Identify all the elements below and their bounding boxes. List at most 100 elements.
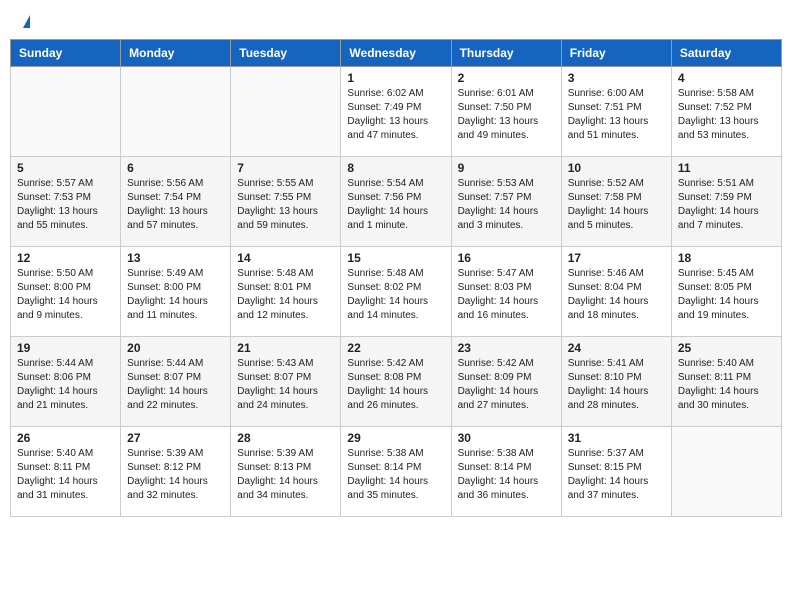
calendar-cell: [671, 427, 781, 517]
day-of-week-header: Wednesday: [341, 40, 451, 67]
day-number: 16: [458, 251, 555, 265]
calendar-cell: 27 Sunrise: 5:39 AM Sunset: 8:12 PM Dayli…: [121, 427, 231, 517]
day-info: Sunrise: 5:54 AM Sunset: 7:56 PM Dayligh…: [347, 177, 444, 233]
day-info: Sunrise: 6:01 AM Sunset: 7:50 PM Dayligh…: [458, 87, 555, 143]
day-number: 22: [347, 341, 444, 355]
calendar-cell: 19 Sunrise: 5:44 AM Sunset: 8:06 PM Dayli…: [11, 337, 121, 427]
day-of-week-header: Saturday: [671, 40, 781, 67]
day-number: 19: [17, 341, 114, 355]
day-info: Sunrise: 5:44 AM Sunset: 8:06 PM Dayligh…: [17, 357, 114, 413]
calendar-cell: 5 Sunrise: 5:57 AM Sunset: 7:53 PM Daylig…: [11, 157, 121, 247]
day-of-week-header: Sunday: [11, 40, 121, 67]
day-number: 17: [568, 251, 665, 265]
calendar-cell: 11 Sunrise: 5:51 AM Sunset: 7:59 PM Dayli…: [671, 157, 781, 247]
day-number: 3: [568, 71, 665, 85]
day-number: 12: [17, 251, 114, 265]
calendar-cell: 26 Sunrise: 5:40 AM Sunset: 8:11 PM Dayli…: [11, 427, 121, 517]
day-info: Sunrise: 5:39 AM Sunset: 8:12 PM Dayligh…: [127, 447, 224, 503]
day-info: Sunrise: 5:40 AM Sunset: 8:11 PM Dayligh…: [678, 357, 775, 413]
calendar-cell: 18Sunrise: 5:45 AM Sunset: 8:05 PM Dayli…: [671, 247, 781, 337]
day-info: Sunrise: 5:49 AM Sunset: 8:00 PM Dayligh…: [127, 267, 224, 323]
logo: [20, 15, 30, 24]
day-number: 1: [347, 71, 444, 85]
day-info: Sunrise: 5:47 AM Sunset: 8:03 PM Dayligh…: [458, 267, 555, 323]
day-number: 29: [347, 431, 444, 445]
calendar-cell: 28 Sunrise: 5:39 AM Sunset: 8:13 PM Dayli…: [231, 427, 341, 517]
day-number: 4: [678, 71, 775, 85]
day-number: 14: [237, 251, 334, 265]
day-number: 27: [127, 431, 224, 445]
day-number: 20: [127, 341, 224, 355]
calendar-cell: 1 Sunrise: 6:02 AM Sunset: 7:49 PM Daylig…: [341, 67, 451, 157]
day-number: 30: [458, 431, 555, 445]
calendar-cell: 16 Sunrise: 5:47 AM Sunset: 8:03 PM Dayli…: [451, 247, 561, 337]
day-info: Sunrise: 5:53 AM Sunset: 7:57 PM Dayligh…: [458, 177, 555, 233]
day-info: Sunrise: 5:46 AM Sunset: 8:04 PM Dayligh…: [568, 267, 665, 323]
day-of-week-header: Friday: [561, 40, 671, 67]
calendar-cell: [11, 67, 121, 157]
day-number: 23: [458, 341, 555, 355]
calendar-cell: 10Sunrise: 5:52 AM Sunset: 7:58 PM Dayli…: [561, 157, 671, 247]
day-info: Sunrise: 5:45 AM Sunset: 8:05 PM Dayligh…: [678, 267, 775, 323]
day-number: 2: [458, 71, 555, 85]
day-info: Sunrise: 6:00 AM Sunset: 7:51 PM Dayligh…: [568, 87, 665, 143]
day-info: Sunrise: 5:51 AM Sunset: 7:59 PM Dayligh…: [678, 177, 775, 233]
calendar-cell: 12 Sunrise: 5:50 AM Sunset: 8:00 PM Dayli…: [11, 247, 121, 337]
calendar-cell: 8 Sunrise: 5:54 AM Sunset: 7:56 PM Daylig…: [341, 157, 451, 247]
logo-triangle-icon: [23, 15, 30, 28]
day-info: Sunrise: 5:56 AM Sunset: 7:54 PM Dayligh…: [127, 177, 224, 233]
day-of-week-header: Monday: [121, 40, 231, 67]
day-number: 26: [17, 431, 114, 445]
day-of-week-header: Tuesday: [231, 40, 341, 67]
day-number: 21: [237, 341, 334, 355]
calendar-cell: 29Sunrise: 5:38 AM Sunset: 8:14 PM Dayli…: [341, 427, 451, 517]
day-info: Sunrise: 5:39 AM Sunset: 8:13 PM Dayligh…: [237, 447, 334, 503]
calendar-cell: 15 Sunrise: 5:48 AM Sunset: 8:02 PM Dayli…: [341, 247, 451, 337]
calendar-cell: 6 Sunrise: 5:56 AM Sunset: 7:54 PM Daylig…: [121, 157, 231, 247]
page-header: [10, 10, 782, 29]
calendar-cell: 20Sunrise: 5:44 AM Sunset: 8:07 PM Dayli…: [121, 337, 231, 427]
calendar-cell: [121, 67, 231, 157]
day-info: Sunrise: 5:43 AM Sunset: 8:07 PM Dayligh…: [237, 357, 334, 413]
day-number: 6: [127, 161, 224, 175]
calendar-cell: 2 Sunrise: 6:01 AM Sunset: 7:50 PM Daylig…: [451, 67, 561, 157]
day-number: 25: [678, 341, 775, 355]
calendar-cell: 9 Sunrise: 5:53 AM Sunset: 7:57 PM Daylig…: [451, 157, 561, 247]
calendar-cell: 7 Sunrise: 5:55 AM Sunset: 7:55 PM Daylig…: [231, 157, 341, 247]
day-number: 10: [568, 161, 665, 175]
day-info: Sunrise: 5:58 AM Sunset: 7:52 PM Dayligh…: [678, 87, 775, 143]
day-number: 28: [237, 431, 334, 445]
day-number: 11: [678, 161, 775, 175]
day-info: Sunrise: 5:42 AM Sunset: 8:09 PM Dayligh…: [458, 357, 555, 413]
calendar-cell: 14Sunrise: 5:48 AM Sunset: 8:01 PM Dayli…: [231, 247, 341, 337]
day-number: 5: [17, 161, 114, 175]
day-number: 7: [237, 161, 334, 175]
day-info: Sunrise: 5:55 AM Sunset: 7:55 PM Dayligh…: [237, 177, 334, 233]
calendar-cell: [231, 67, 341, 157]
day-number: 24: [568, 341, 665, 355]
day-number: 15: [347, 251, 444, 265]
day-info: Sunrise: 6:02 AM Sunset: 7:49 PM Dayligh…: [347, 87, 444, 143]
calendar-cell: 22Sunrise: 5:42 AM Sunset: 8:08 PM Dayli…: [341, 337, 451, 427]
calendar-cell: 4 Sunrise: 5:58 AM Sunset: 7:52 PM Daylig…: [671, 67, 781, 157]
day-number: 31: [568, 431, 665, 445]
calendar-cell: 21 Sunrise: 5:43 AM Sunset: 8:07 PM Dayli…: [231, 337, 341, 427]
calendar-cell: 23 Sunrise: 5:42 AM Sunset: 8:09 PM Dayli…: [451, 337, 561, 427]
day-info: Sunrise: 5:48 AM Sunset: 8:02 PM Dayligh…: [347, 267, 444, 323]
day-info: Sunrise: 5:40 AM Sunset: 8:11 PM Dayligh…: [17, 447, 114, 503]
day-info: Sunrise: 5:50 AM Sunset: 8:00 PM Dayligh…: [17, 267, 114, 323]
day-info: Sunrise: 5:38 AM Sunset: 8:14 PM Dayligh…: [458, 447, 555, 503]
day-number: 8: [347, 161, 444, 175]
day-number: 13: [127, 251, 224, 265]
calendar-table: SundayMondayTuesdayWednesdayThursdayFrid…: [10, 39, 782, 517]
calendar-cell: 13 Sunrise: 5:49 AM Sunset: 8:00 PM Dayli…: [121, 247, 231, 337]
calendar-cell: 17 Sunrise: 5:46 AM Sunset: 8:04 PM Dayli…: [561, 247, 671, 337]
calendar-cell: 30 Sunrise: 5:38 AM Sunset: 8:14 PM Dayli…: [451, 427, 561, 517]
day-info: Sunrise: 5:41 AM Sunset: 8:10 PM Dayligh…: [568, 357, 665, 413]
day-info: Sunrise: 5:37 AM Sunset: 8:15 PM Dayligh…: [568, 447, 665, 503]
day-info: Sunrise: 5:57 AM Sunset: 7:53 PM Dayligh…: [17, 177, 114, 233]
calendar-cell: 25 Sunrise: 5:40 AM Sunset: 8:11 PM Dayli…: [671, 337, 781, 427]
calendar-cell: 31 Sunrise: 5:37 AM Sunset: 8:15 PM Dayli…: [561, 427, 671, 517]
day-number: 9: [458, 161, 555, 175]
calendar-cell: 24 Sunrise: 5:41 AM Sunset: 8:10 PM Dayli…: [561, 337, 671, 427]
